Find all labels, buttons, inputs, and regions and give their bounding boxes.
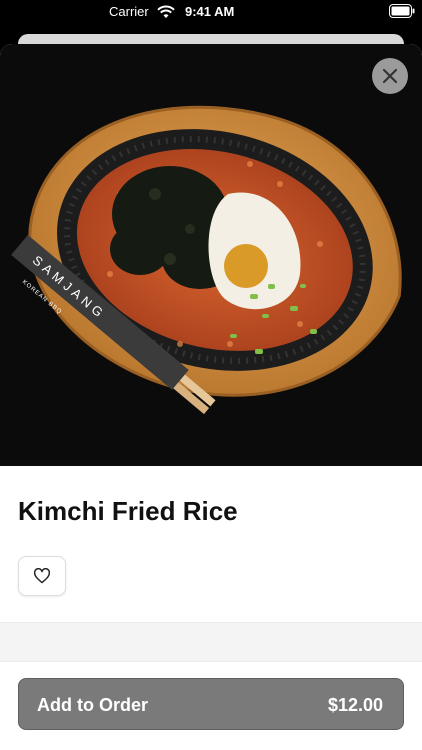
- kimchi-fried-rice-photo: SAMJANG KOREAN BBQ: [11, 105, 402, 415]
- close-button[interactable]: [372, 58, 408, 94]
- battery-icon: [389, 4, 415, 18]
- section-divider: [0, 622, 422, 662]
- status-bar: Carrier 9:41 AM: [0, 0, 422, 24]
- carrier-label: Carrier: [109, 4, 149, 19]
- item-photo: SAMJANG KOREAN BBQ: [0, 44, 422, 466]
- heart-icon: [33, 568, 51, 584]
- item-detail-sheet: SAMJANG KOREAN BBQ Kimchi Fried Rice Add…: [0, 44, 422, 750]
- status-time: 9:41 AM: [185, 4, 235, 19]
- close-icon: [382, 68, 398, 84]
- add-to-order-label: Add to Order: [37, 695, 148, 715]
- item-price: $12.00: [327, 695, 383, 715]
- wifi-icon: [157, 5, 175, 18]
- add-to-order-button[interactable]: Add to Order $12.00: [18, 678, 404, 730]
- item-title: Kimchi Fried Rice: [18, 496, 238, 526]
- favorite-button[interactable]: [18, 556, 66, 596]
